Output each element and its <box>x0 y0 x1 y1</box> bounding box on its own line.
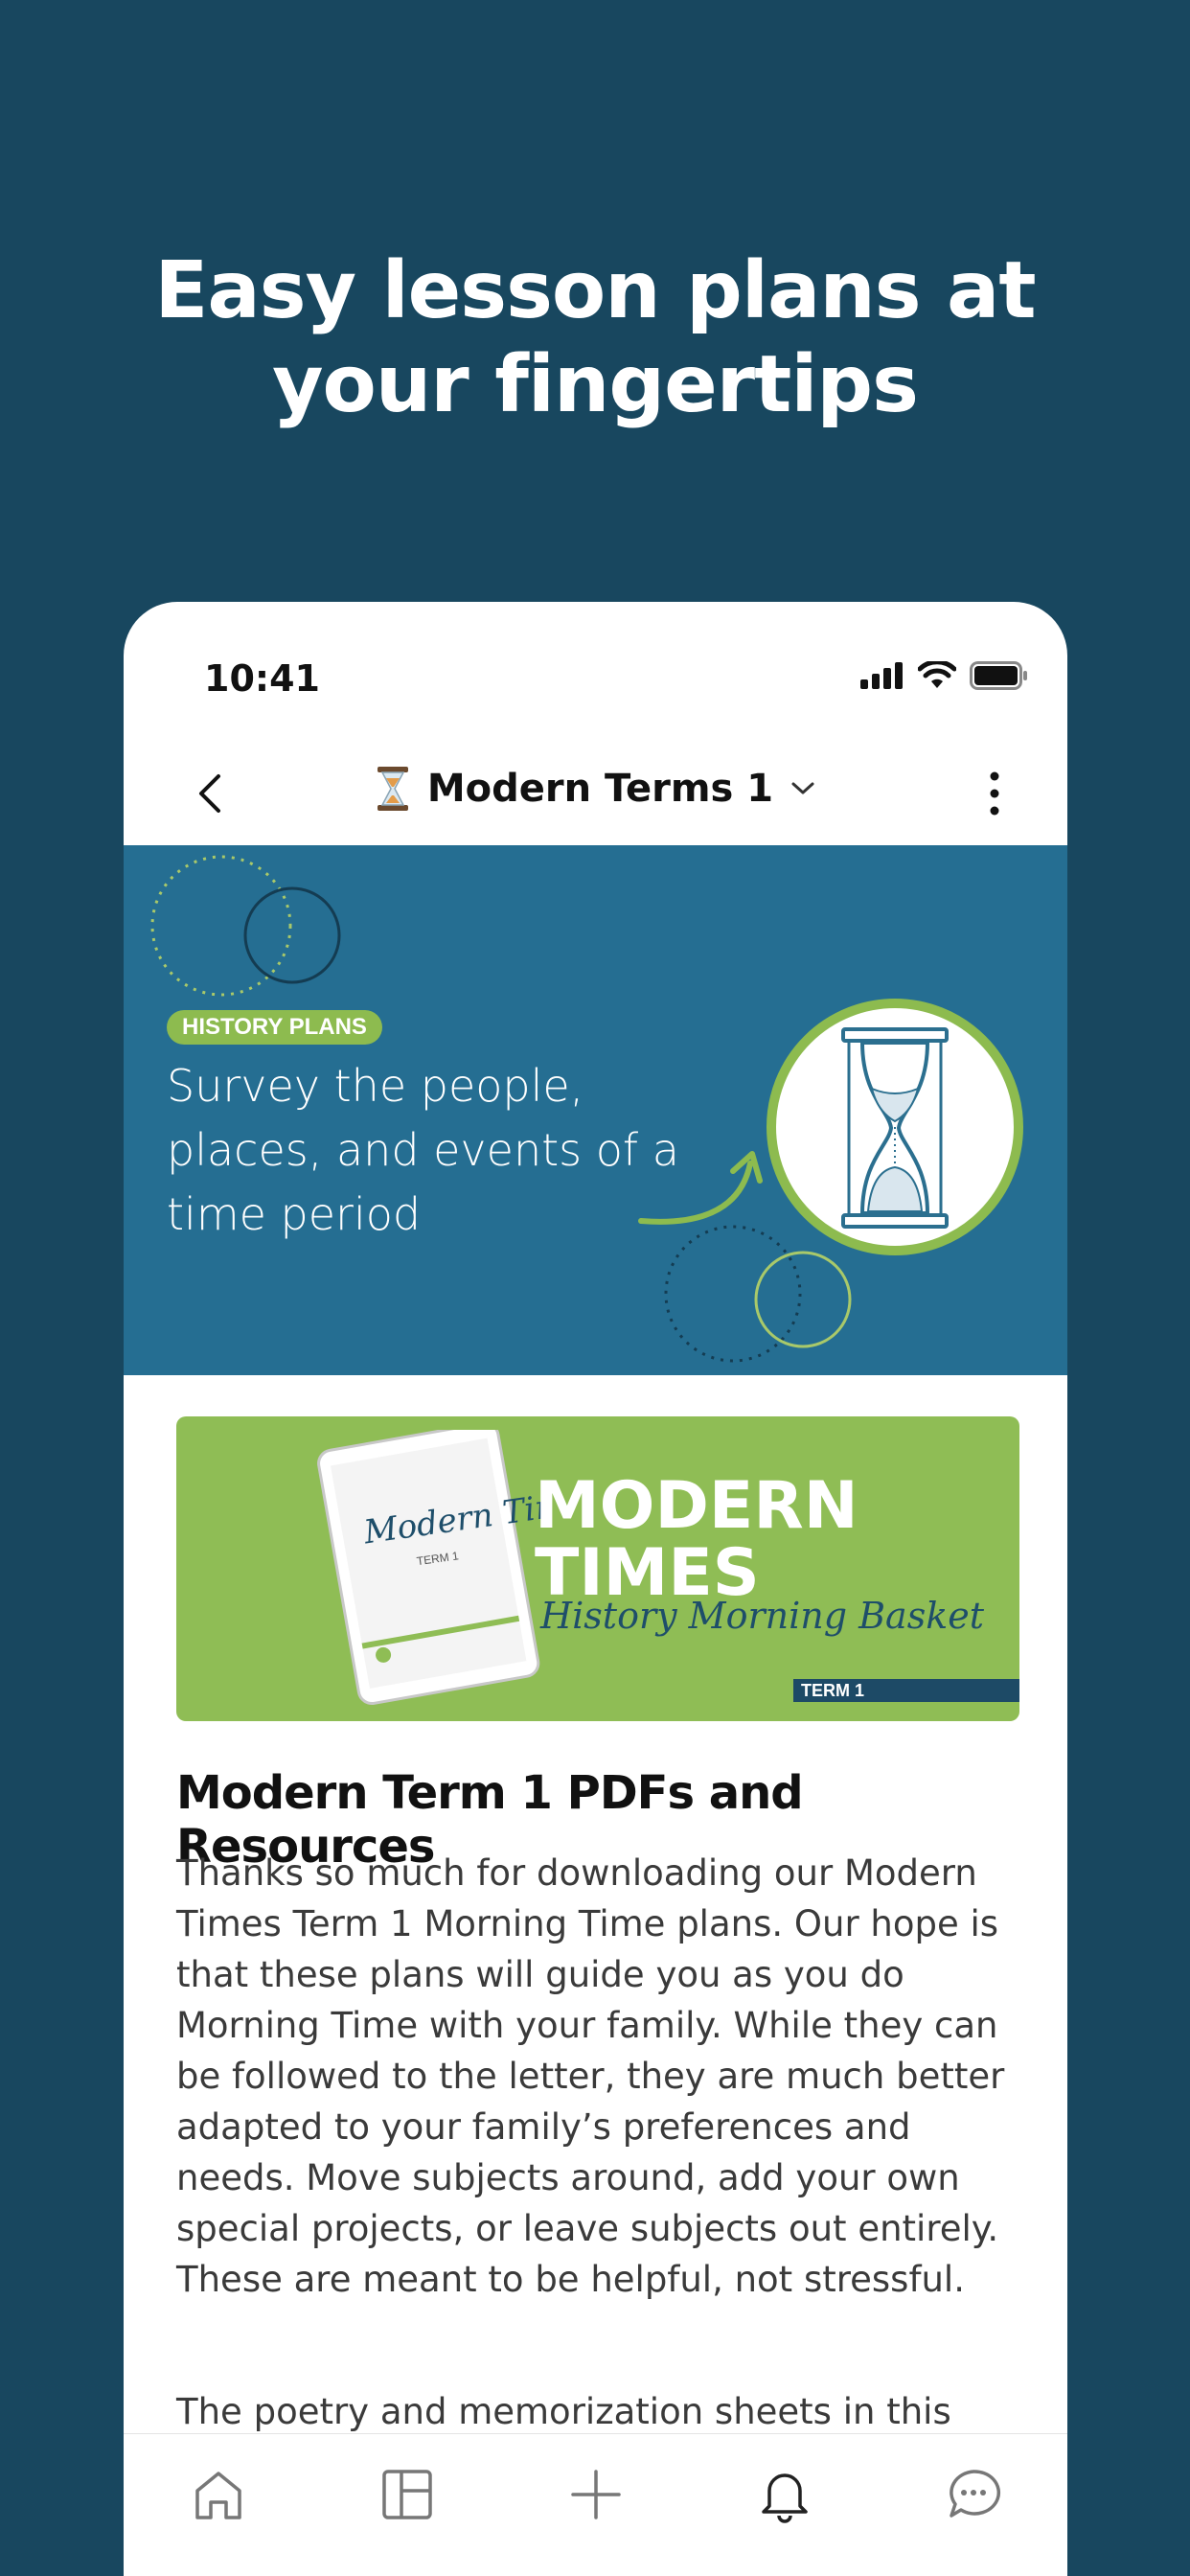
bell-icon <box>761 2473 808 2523</box>
title-dropdown[interactable]: Modern Terms 1 <box>124 767 1067 811</box>
hourglass-icon <box>841 1027 949 1229</box>
phone-screen: 10:41 Modern Terms 1 HISTORY PLANS Surve… <box>124 602 1067 2576</box>
promo-headline: Easy lesson plans at your fingertips <box>0 244 1190 432</box>
headline-line-2: your fingertips <box>272 339 919 430</box>
banner-description: Survey the people, places, and events of… <box>167 1060 679 1240</box>
tablet-image: Modern Times TERM 1 <box>317 1430 550 1706</box>
tab-messages[interactable] <box>935 2461 1012 2528</box>
chat-bubble-icon <box>949 2470 1000 2518</box>
card-script-subtitle: History Morning Basket <box>540 1595 984 1637</box>
layout-icon <box>381 2470 432 2519</box>
tab-layout[interactable] <box>369 2461 446 2528</box>
tab-bar <box>124 2433 1067 2576</box>
chevron-down-icon <box>791 782 814 794</box>
more-vertical-icon <box>990 771 999 816</box>
article-paragraph-2: The poetry and memorization sheets in th… <box>176 2391 951 2432</box>
hourglass-emoji-icon <box>377 767 408 811</box>
battery-icon <box>970 661 1027 690</box>
tab-notifications[interactable] <box>746 2461 823 2528</box>
tab-home[interactable] <box>180 2461 257 2528</box>
wifi-icon <box>918 661 956 688</box>
article-paragraph-1: Thanks so much for downloading our Moder… <box>176 1852 1005 2300</box>
headline-line-1: Easy lesson plans at <box>154 245 1036 336</box>
status-time: 10:41 <box>204 657 320 700</box>
nav-title: Modern Terms 1 <box>426 767 774 811</box>
plus-icon <box>570 2470 621 2519</box>
history-plans-tag: HISTORY PLANS <box>167 1010 382 1045</box>
tab-add[interactable] <box>558 2461 634 2528</box>
history-plans-banner: HISTORY PLANS Survey the people, places,… <box>124 845 1067 1375</box>
term-tag: TERM 1 <box>793 1679 1019 1702</box>
more-options-button[interactable] <box>975 765 1014 822</box>
modern-times-card[interactable]: Modern Times TERM 1 MODERN TIMES History… <box>176 1416 1019 1721</box>
status-bar: 10:41 <box>124 602 1067 746</box>
card-title-line-1: MODERN <box>535 1468 858 1544</box>
nav-bar: Modern Terms 1 <box>124 746 1067 843</box>
cellular-signal-icon <box>860 662 903 689</box>
home-icon <box>195 2472 241 2519</box>
status-icons <box>860 661 1029 690</box>
